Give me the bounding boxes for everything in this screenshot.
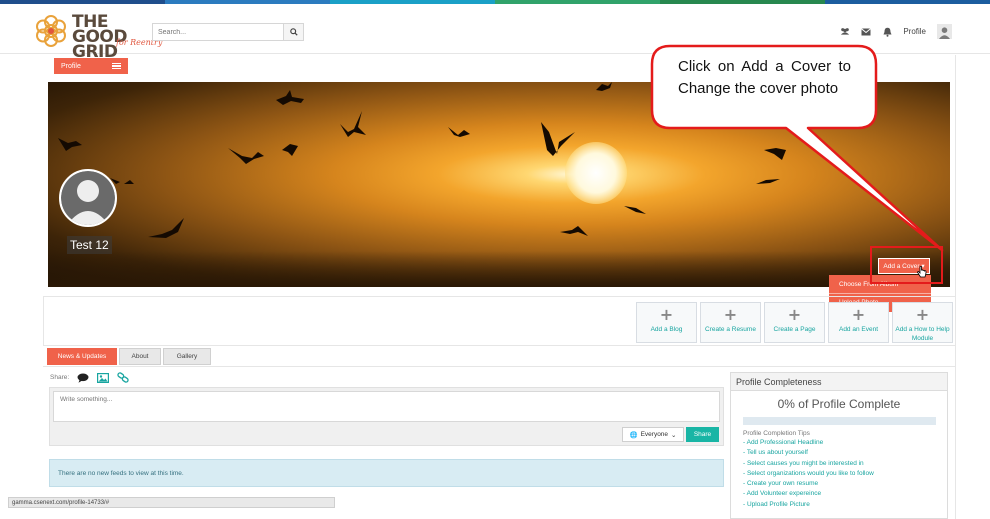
feed-empty-alert: There are no new feeds to view at this t… [49,459,724,487]
profile-avatar[interactable] [59,169,117,227]
action-label: Add a Blog [650,326,683,333]
action-label: Add an Event [838,326,879,333]
completeness-percent: 0% of Profile Complete [777,397,901,411]
plus-icon: + [659,305,674,324]
tip-link[interactable]: - Add Professional Headline [743,438,947,448]
plus-icon: + [787,305,802,324]
tabs-divider [43,366,955,367]
users-icon[interactable] [840,27,850,37]
share-label: Share: [50,374,70,381]
profile-tabs: News & Updates About Gallery [47,348,211,365]
quick-actions: + Add a Blog + Create a Resume + Create … [636,302,953,343]
search-button[interactable] [283,24,303,40]
chevron-down-icon: ⌄ [671,431,677,439]
tip-link[interactable]: - Upload Profile Picture [743,500,947,510]
default-avatar-icon [61,171,115,225]
add-how-to-help-button[interactable]: + Add a How to Help Module [892,302,953,343]
add-blog-button[interactable]: + Add a Blog [636,302,697,343]
right-divider [955,55,956,519]
create-resume-button[interactable]: + Create a Resume [700,302,761,343]
strip-segment [0,0,165,4]
privacy-select[interactable]: 🌐 Everyone ⌄ [622,427,684,442]
action-label: Create a Resume [705,326,756,333]
tips-header: Profile Completion Tips [743,430,810,437]
strip-segment [660,0,825,4]
post-composer: 🌐 Everyone ⌄ Share [49,387,724,446]
profile-link[interactable]: Profile [903,27,926,36]
strip-segment [495,0,660,4]
action-label: Add a How to Help Module [895,326,950,342]
profile-name: Test 12 [67,236,112,254]
share-row: Share: [50,372,129,383]
site-logo[interactable]: THE GOOD GRID for Reentry [34,14,162,61]
tab-gallery[interactable]: Gallery [163,348,211,365]
plus-icon: + [915,305,930,324]
brand-color-strip [0,0,990,4]
plus-icon: + [851,305,866,324]
callout-text: Click on Add a Cover to Change the cover… [678,58,851,97]
add-event-button[interactable]: + Add an Event [828,302,889,343]
browser-status-bar: gamma.csenext.com/profile-14733/# [8,497,335,508]
action-label: Create a Page [773,326,816,333]
create-page-button[interactable]: + Create a Page [764,302,825,343]
search-bar [152,23,304,41]
profile-menu-label: Profile [61,62,81,70]
search-input[interactable] [153,24,283,40]
tips-list: - Add Professional Headline - Tell us ab… [743,438,947,510]
tip-link[interactable]: - Add Volunteer expereince [743,489,947,499]
strip-segment [330,0,495,4]
bell-icon[interactable] [882,27,892,37]
tip-link[interactable]: - Create your own resume [743,479,947,489]
logo-flower-icon [36,15,66,47]
completeness-progress-bar [743,417,936,425]
privacy-value: Everyone [640,431,669,438]
page: THE GOOD GRID for Reentry Search... Prof… [0,0,990,519]
user-icon[interactable] [937,24,952,39]
hamburger-icon [112,62,121,70]
hand-cursor-icon [917,266,927,278]
link-icon[interactable] [117,372,129,383]
strip-segment [825,0,990,4]
globe-icon: 🌐 [629,431,638,439]
profile-menu-button[interactable]: Profile [54,58,128,74]
search-icon [289,28,298,36]
tab-about[interactable]: About [119,348,161,365]
tip-link[interactable]: - Select causes you might be interested … [743,459,947,469]
share-button[interactable]: Share [686,427,719,442]
plus-icon: + [723,305,738,324]
tip-link[interactable]: - Select organizations would you like to… [743,469,947,479]
profile-completeness-panel: Profile Completeness 0% of Profile Compl… [730,372,948,519]
envelope-icon[interactable] [861,27,872,37]
comment-icon[interactable] [77,372,89,383]
strip-segment [165,0,330,4]
image-icon[interactable] [97,372,110,383]
header-actions: Profile [840,24,952,39]
completeness-title: Profile Completeness [731,373,947,391]
tab-news-updates[interactable]: News & Updates [47,348,117,365]
tip-link[interactable]: - Tell us about yourself [743,448,947,458]
post-input[interactable] [53,391,720,422]
